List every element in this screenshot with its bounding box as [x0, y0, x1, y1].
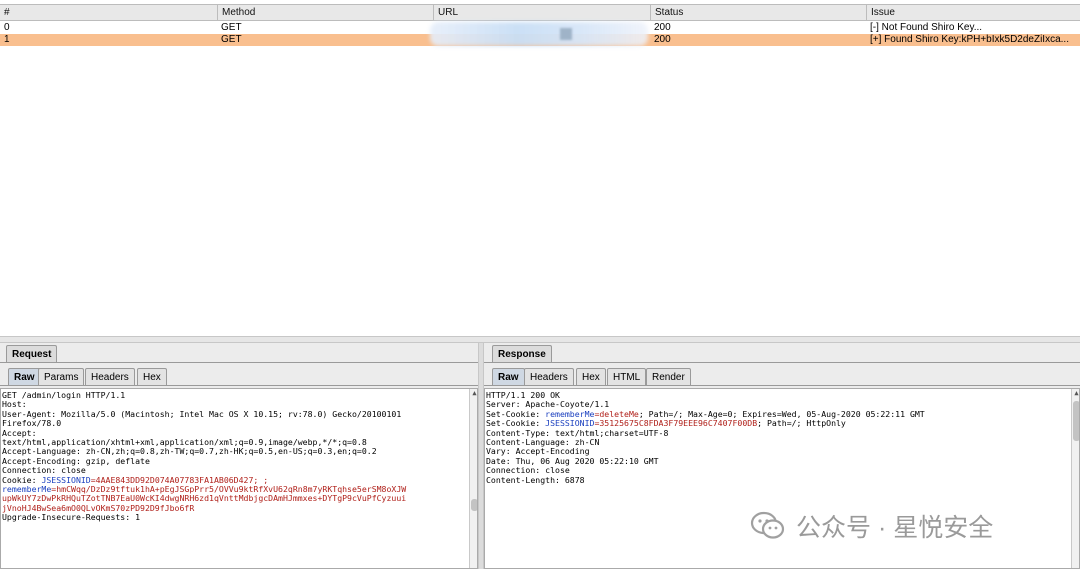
tab-hex[interactable]: Hex: [137, 368, 167, 385]
row-method: GET: [221, 22, 242, 33]
tab-headers[interactable]: Headers: [85, 368, 135, 385]
wechat-icon: [750, 511, 786, 541]
tab-hex[interactable]: Hex: [576, 368, 606, 385]
column-header-method[interactable]: Method: [217, 5, 433, 20]
results-table: # Method URL Status Issue 0 GET 200 [-] …: [0, 0, 1080, 340]
table-header: # Method URL Status Issue: [0, 4, 1080, 21]
tab-divider: [0, 362, 478, 363]
request-editor[interactable]: GET /admin/login HTTP/1.1 Host: User-Age…: [0, 388, 478, 569]
tab-params[interactable]: Params: [38, 368, 85, 385]
tab-render[interactable]: Render: [646, 368, 691, 385]
scroll-thumb[interactable]: [1073, 401, 1079, 441]
row-method: GET: [221, 34, 242, 45]
tab-headers[interactable]: Headers: [524, 368, 574, 385]
watermark-text: 公众号 · 星悦安全: [796, 514, 994, 542]
scroll-thumb[interactable]: [471, 499, 477, 511]
row-number: 1: [4, 34, 10, 45]
request-line: User-Agent: Mozilla/5.0 (Macintosh; Inte…: [2, 408, 402, 419]
tab-divider: [484, 362, 1080, 363]
request-line: Firefox/78.0: [2, 418, 62, 429]
response-scrollbar[interactable]: ▲: [1071, 389, 1079, 568]
watermark: 公众号 · 星悦安全: [750, 506, 993, 546]
response-line: Content-Length: 6878: [486, 474, 585, 485]
request-line: GET /admin/login HTTP/1.1: [2, 390, 126, 400]
row-issue: [-] Not Found Shiro Key...: [870, 22, 983, 33]
column-header-status[interactable]: Status: [650, 5, 866, 20]
request-pane: Request Raw Params Headers Hex GET /admi…: [0, 343, 478, 569]
column-header-url[interactable]: URL: [433, 5, 650, 20]
jsessionid-value: =35125675C8FDA3F79EEE96C7407F00DB: [594, 418, 758, 429]
row-status: 200: [654, 22, 671, 33]
tab-raw[interactable]: Raw: [492, 368, 525, 385]
request-line: Upgrade-Insecure-Requests: 1: [2, 512, 141, 523]
pane-splitter[interactable]: [0, 336, 1080, 343]
scroll-up-icon[interactable]: ▲: [470, 389, 477, 398]
tab-response[interactable]: Response: [492, 345, 552, 362]
column-header-number[interactable]: #: [0, 5, 217, 20]
jsessionid-key: JSESSIONID: [545, 418, 595, 429]
set-cookie-prefix: Set-Cookie:: [486, 418, 546, 429]
tab-raw[interactable]: Raw: [8, 368, 41, 385]
redacted-url-block: [560, 28, 572, 40]
row-status: 200: [654, 34, 671, 45]
column-header-issue[interactable]: Issue: [866, 5, 1080, 20]
scroll-up-icon[interactable]: ▲: [1072, 389, 1079, 398]
row-number: 0: [4, 22, 10, 33]
set-cookie-attrs: ; Path=/; HttpOnly: [757, 418, 846, 429]
tab-html[interactable]: HTML: [607, 368, 647, 385]
row-issue: [+] Found Shiro Key:kPH+bIxk5D2deZiIxca.…: [870, 34, 1069, 45]
redacted-url-blur: [430, 22, 648, 46]
tab-request[interactable]: Request: [6, 345, 58, 362]
tab-divider: [484, 385, 1080, 386]
tab-divider: [0, 385, 478, 386]
request-scrollbar[interactable]: ▲: [469, 389, 477, 568]
